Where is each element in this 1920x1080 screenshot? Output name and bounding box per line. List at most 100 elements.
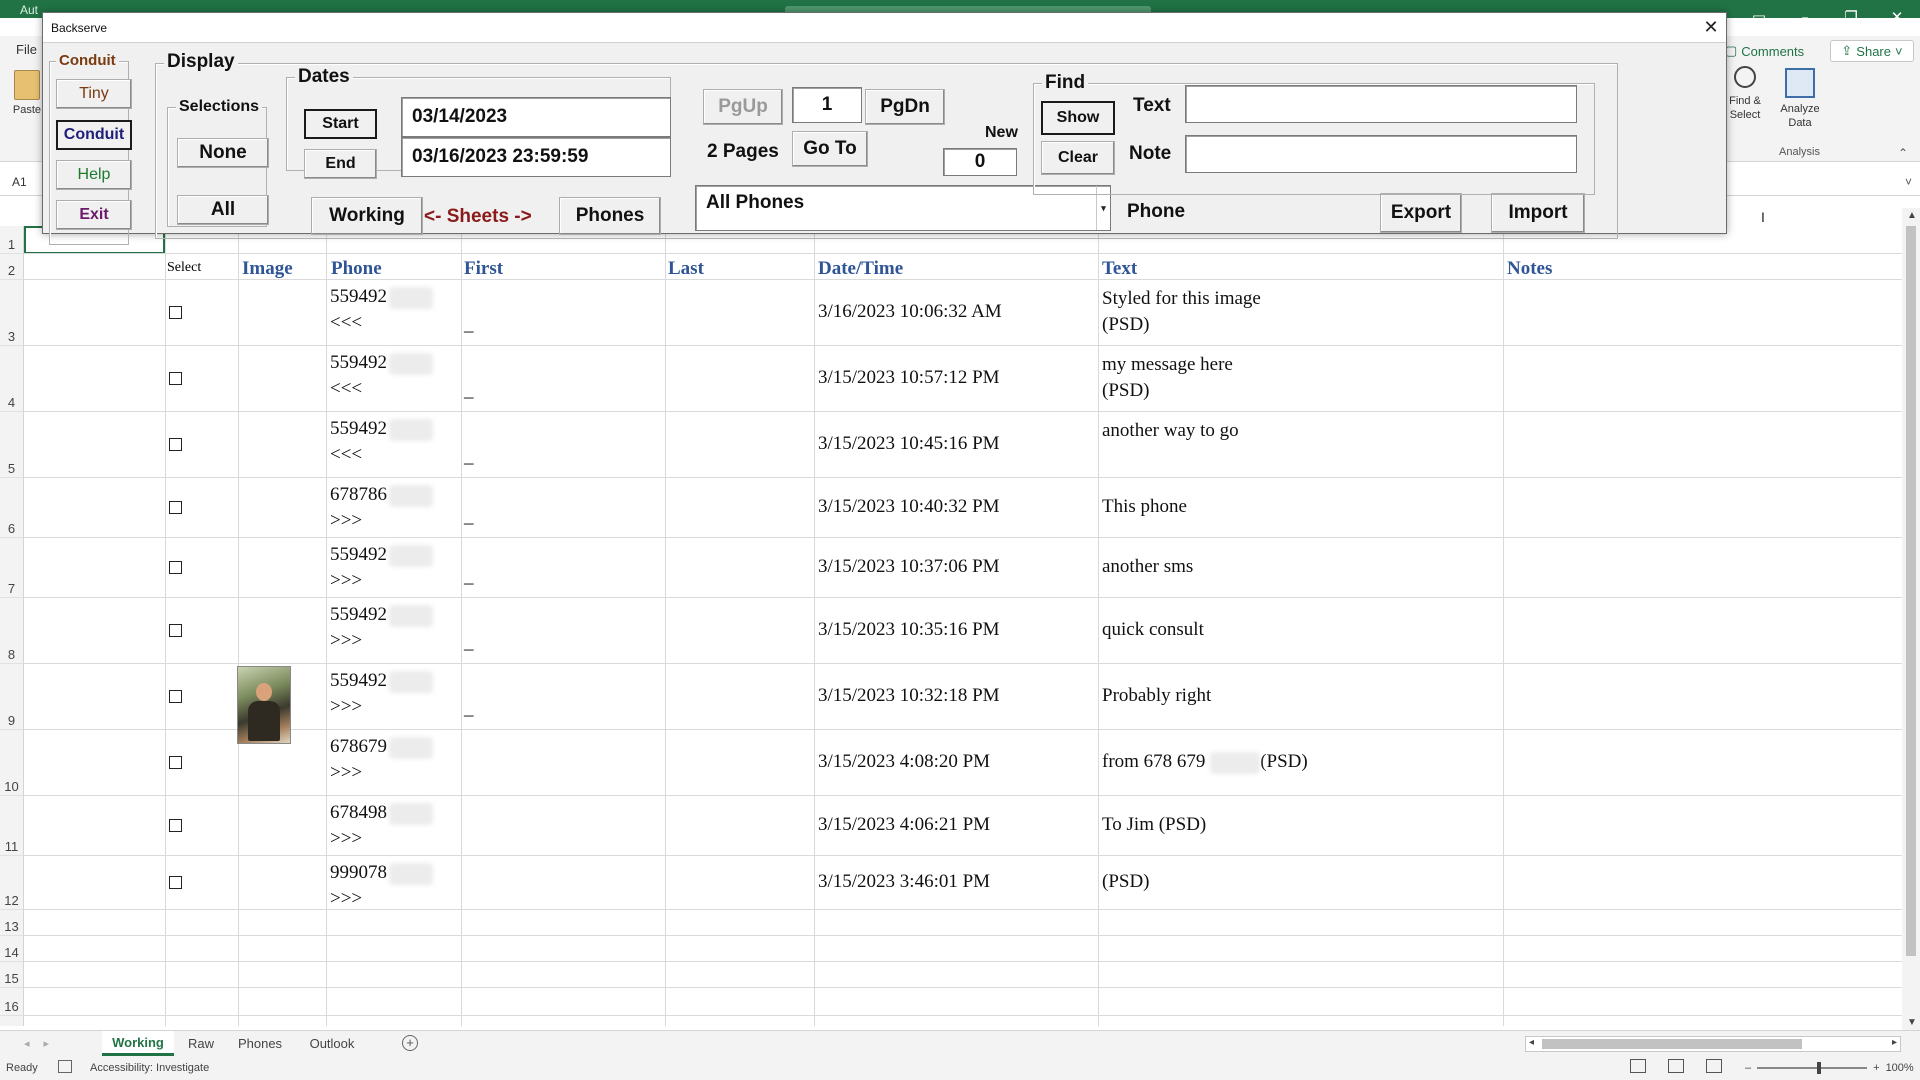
row-header[interactable]: 3 xyxy=(0,280,24,346)
phone-cell[interactable]: 678786 >>> xyxy=(330,482,433,534)
paste-button[interactable]: Paste xyxy=(12,70,42,116)
sheet-nav-arrows[interactable]: ◂▸ xyxy=(24,1037,63,1050)
message-text-cell[interactable]: from 678 679 (PSD) xyxy=(1102,749,1308,775)
select-all-button[interactable]: All xyxy=(177,195,269,225)
share-button[interactable]: ⇪ Share ˅ xyxy=(1830,40,1914,62)
row-select-checkbox[interactable] xyxy=(169,561,182,574)
page-down-button[interactable]: PgDn xyxy=(865,89,945,125)
row-select-checkbox[interactable] xyxy=(169,876,182,889)
message-text-cell[interactable]: This phone xyxy=(1102,494,1187,520)
sheet-tab-phones[interactable]: Phones xyxy=(230,1031,290,1056)
go-to-button[interactable]: Go To xyxy=(792,131,868,167)
row-select-checkbox[interactable] xyxy=(169,756,182,769)
row-select-checkbox[interactable] xyxy=(169,690,182,703)
row-select-checkbox[interactable] xyxy=(169,819,182,832)
message-text-cell[interactable]: Styled for this image (PSD) xyxy=(1102,286,1261,338)
horizontal-scrollbar[interactable]: ◂ ▸ xyxy=(1525,1036,1901,1052)
working-sheet-button[interactable]: Working xyxy=(311,197,423,235)
vertical-scrollbar[interactable]: ▲ ▼ xyxy=(1902,208,1920,1030)
datetime-cell[interactable]: 3/15/2023 4:06:21 PM xyxy=(818,812,990,838)
message-text-cell[interactable]: my message here (PSD) xyxy=(1102,352,1233,404)
sheet-tab-working[interactable]: Working xyxy=(102,1031,174,1056)
datetime-cell[interactable]: 3/15/2023 10:57:12 PM xyxy=(818,365,1000,391)
message-image-thumbnail[interactable] xyxy=(237,666,291,744)
collapse-ribbon-icon[interactable]: ⌃ xyxy=(1898,146,1908,160)
start-date-field[interactable]: 03/14/2023 xyxy=(401,97,671,137)
first-name-cell[interactable]: _ xyxy=(464,312,474,338)
datetime-cell[interactable]: 3/15/2023 10:37:06 PM xyxy=(818,554,1000,580)
horizontal-scroll-thumb[interactable] xyxy=(1542,1039,1802,1049)
phone-cell[interactable]: 559492 <<< xyxy=(330,284,433,336)
phone-cell[interactable]: 559492 <<< xyxy=(330,416,433,468)
row-header[interactable]: 8 xyxy=(0,598,24,664)
row-select-checkbox[interactable] xyxy=(169,438,182,451)
message-text-cell[interactable]: another way to go xyxy=(1102,418,1239,444)
row-header[interactable]: 4 xyxy=(0,346,24,412)
row-header[interactable]: 2 xyxy=(0,254,24,280)
analyze-data-button[interactable]: Analyze Data xyxy=(1775,66,1825,130)
row-header[interactable]: 14 xyxy=(0,936,24,962)
phone-cell[interactable]: 999078 >>> xyxy=(330,860,433,912)
row-header[interactable]: 10 xyxy=(0,730,24,796)
vertical-scroll-thumb[interactable] xyxy=(1906,226,1916,956)
phone-cell[interactable]: 559492 >>> xyxy=(330,668,433,720)
zoom-level[interactable]: 100% xyxy=(1886,1062,1914,1074)
row-header[interactable]: 1 xyxy=(0,226,24,254)
page-break-view-icon[interactable] xyxy=(1706,1059,1722,1073)
find-text-input[interactable] xyxy=(1185,85,1577,123)
find-note-input[interactable] xyxy=(1185,135,1577,173)
macro-record-icon[interactable] xyxy=(58,1060,72,1073)
tiny-button[interactable]: Tiny xyxy=(56,79,132,109)
scroll-down-icon[interactable]: ▼ xyxy=(1907,1017,1917,1028)
phone-cell[interactable]: 678498 >>> xyxy=(330,800,433,852)
page-up-button[interactable]: PgUp xyxy=(703,89,783,125)
file-tab[interactable]: File xyxy=(16,42,37,57)
row-header[interactable]: 7 xyxy=(0,538,24,598)
exit-button[interactable]: Exit xyxy=(56,200,132,230)
row-header[interactable]: 17 xyxy=(0,1016,24,1026)
datetime-cell[interactable]: 3/16/2023 10:06:32 AM xyxy=(818,299,1002,325)
find-select-button[interactable]: Find & Select xyxy=(1725,66,1765,122)
phone-cell[interactable]: 559492 >>> xyxy=(330,542,433,594)
scroll-up-icon[interactable]: ▲ xyxy=(1907,210,1917,221)
find-clear-button[interactable]: Clear xyxy=(1041,141,1115,175)
zoom-in-icon[interactable]: + xyxy=(1873,1062,1879,1074)
datetime-cell[interactable]: 3/15/2023 10:32:18 PM xyxy=(818,683,1000,709)
datetime-cell[interactable]: 3/15/2023 4:08:20 PM xyxy=(818,749,990,775)
phone-cell[interactable]: 678679 >>> xyxy=(330,734,433,786)
row-header[interactable]: 11 xyxy=(0,796,24,856)
dialog-close-icon[interactable]: ✕ xyxy=(1696,13,1726,41)
help-button[interactable]: Help xyxy=(56,160,132,190)
zoom-out-icon[interactable]: – xyxy=(1745,1062,1751,1074)
message-text-cell[interactable]: another sms xyxy=(1102,554,1193,580)
row-header[interactable]: 15 xyxy=(0,962,24,988)
row-select-checkbox[interactable] xyxy=(169,306,182,319)
message-text-cell[interactable]: To Jim (PSD) xyxy=(1102,812,1206,838)
add-sheet-icon[interactable]: + xyxy=(402,1035,418,1051)
message-text-cell[interactable]: quick consult xyxy=(1102,617,1204,643)
row-select-checkbox[interactable] xyxy=(169,372,182,385)
scroll-right-icon[interactable]: ▸ xyxy=(1892,1037,1897,1048)
new-count-field[interactable]: 0 xyxy=(943,148,1017,176)
start-date-button[interactable]: Start xyxy=(304,109,377,139)
row-select-checkbox[interactable] xyxy=(169,624,182,637)
page-number-field[interactable]: 1 xyxy=(792,87,862,123)
message-text-cell[interactable]: (PSD) xyxy=(1102,869,1150,895)
row-header[interactable]: 5 xyxy=(0,412,24,478)
select-none-button[interactable]: None xyxy=(177,138,269,168)
first-name-cell[interactable]: _ xyxy=(464,378,474,404)
first-name-cell[interactable]: _ xyxy=(464,630,474,656)
export-button[interactable]: Export xyxy=(1380,193,1462,233)
scroll-left-icon[interactable]: ◂ xyxy=(1529,1037,1534,1048)
phone-cell[interactable]: 559492 <<< xyxy=(330,350,433,402)
zoom-slider-knob[interactable] xyxy=(1817,1062,1822,1074)
phone-cell[interactable]: 559492 >>> xyxy=(330,602,433,654)
worksheet-grid[interactable]: Select Image Phone First Last Date/Time … xyxy=(0,226,1904,1026)
comments-button[interactable]: ▢ Comments xyxy=(1725,40,1825,62)
row-select-checkbox[interactable] xyxy=(169,501,182,514)
import-button[interactable]: Import xyxy=(1491,193,1585,233)
row-header[interactable]: 13 xyxy=(0,910,24,936)
zoom-slider[interactable] xyxy=(1757,1062,1868,1074)
first-name-cell[interactable]: _ xyxy=(464,444,474,470)
datetime-cell[interactable]: 3/15/2023 3:46:01 PM xyxy=(818,869,990,895)
